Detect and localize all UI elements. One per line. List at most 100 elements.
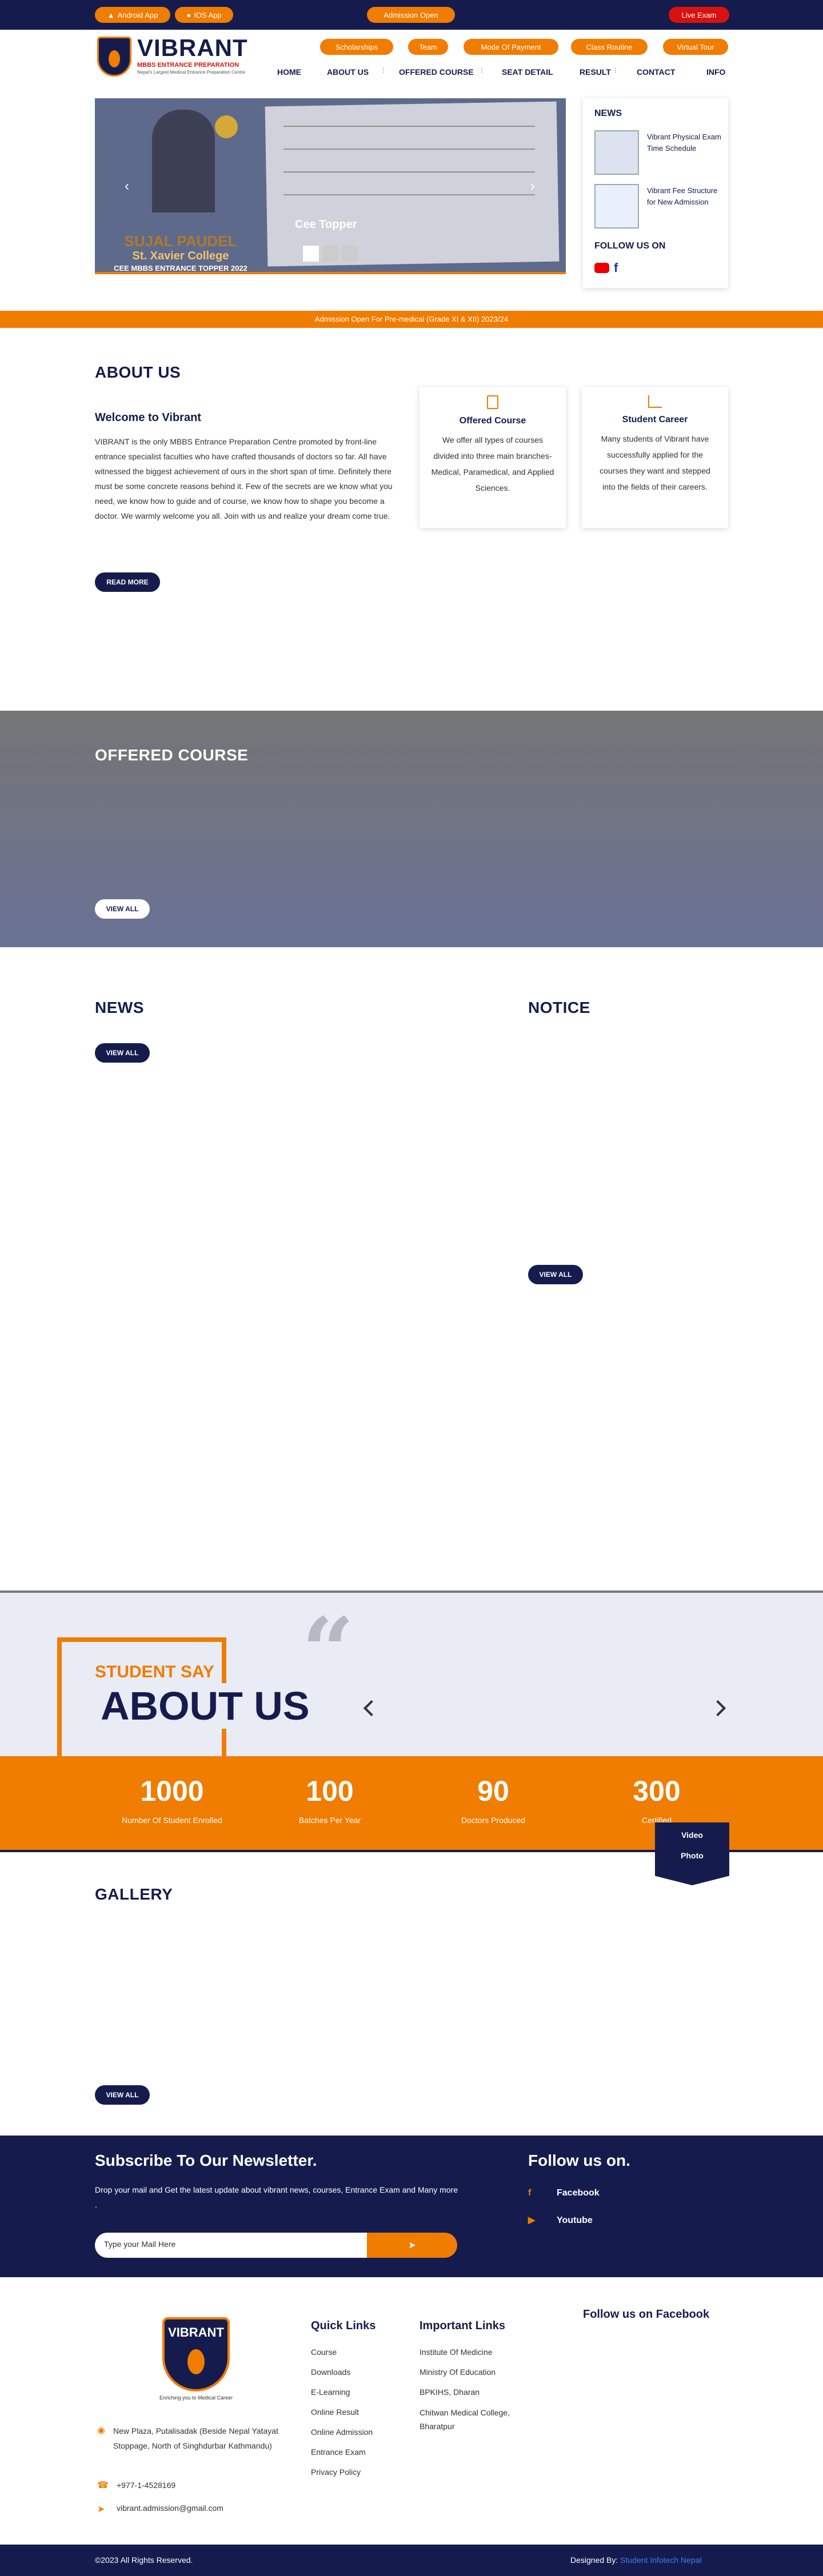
quick-link-downloads[interactable]: Downloads — [311, 2362, 402, 2382]
scholarships-button[interactable]: Scholarships — [320, 39, 393, 55]
medal-icon — [215, 115, 238, 138]
footer-email[interactable]: vibrant.admission@gmail.com — [117, 2503, 223, 2513]
mode-of-payment-button[interactable]: Mode Of Payment — [464, 39, 558, 55]
media-tabs: Video Photo — [655, 1822, 729, 1885]
quick-link-course[interactable]: Course — [311, 2342, 402, 2362]
nav-home[interactable]: HOME — [277, 67, 301, 77]
footer-logo: VIBRANT Enriching you to Medical Career — [159, 2314, 233, 2401]
important-links-list: Institute Of Medicine Ministry Of Educat… — [420, 2342, 540, 2433]
quick-link-elearning[interactable]: E-Learning — [311, 2382, 402, 2402]
stat-2: 100 Batches Per Year — [253, 1774, 407, 1825]
about-title: ABOUT US — [95, 363, 181, 381]
nav-info[interactable]: INFO — [706, 67, 725, 77]
about-text: VIBRANT is the only MBBS Entrance Prepar… — [95, 437, 393, 520]
nav-about-us[interactable]: ABOUT US — [327, 67, 369, 77]
student-say-label: STUDENT SAY — [95, 1662, 220, 1682]
student-photo — [152, 110, 215, 213]
facebook-follow-link[interactable]: f Facebook — [528, 2188, 600, 2198]
news-sidebar: NEWS Vibrant Physical Exam Time Schedule… — [583, 98, 728, 288]
video-tab[interactable]: Video — [655, 1822, 729, 1840]
important-links-title: Important Links — [420, 2319, 506, 2332]
offered-course-card[interactable]: Offered Course We offer all types of cou… — [420, 387, 566, 528]
quick-links-title: Quick Links — [311, 2319, 376, 2332]
apple-icon: ● — [186, 10, 191, 19]
live-exam-button[interactable]: Live Exam — [669, 7, 729, 23]
footer-phone[interactable]: +977-1-4528169 — [117, 2481, 175, 2490]
youtube-follow-link[interactable]: ▶ Youtube — [528, 2214, 593, 2226]
facebook-icon: f — [528, 2188, 532, 2198]
notice-view-all-button[interactable]: VIEW ALL — [528, 1265, 583, 1284]
footer-logo-tag: Enriching you to Medical Career — [159, 2395, 233, 2401]
footer-logo-name: VIBRANT — [168, 2325, 224, 2339]
important-link-bpkihs[interactable]: BPKIHS, Dharan — [420, 2382, 540, 2402]
news-view-all-button[interactable]: VIEW ALL — [95, 1043, 150, 1063]
logo[interactable]: VIBRANT MBBS ENTRANCE PREPARATION Nepal'… — [95, 34, 266, 80]
android-icon: ▲ — [107, 10, 115, 19]
quick-link-privacy-policy[interactable]: Privacy Policy — [311, 2462, 402, 2482]
ios-app-button[interactable]: ● IOS App — [175, 7, 233, 23]
important-link-moe[interactable]: Ministry Of Education — [420, 2362, 540, 2382]
follow-on-facebook-title: Follow us on Facebook — [583, 2308, 710, 2321]
quick-link-online-admission[interactable]: Online Admission — [311, 2422, 402, 2442]
slide-paper-text — [283, 121, 535, 127]
nav-seat-detail[interactable]: SEAT DETAIL — [502, 67, 553, 77]
slider-next-icon[interactable]: › — [530, 178, 535, 194]
stat-3: 90 Doctors Produced — [416, 1774, 570, 1825]
location-icon: ◉ — [97, 2426, 105, 2435]
nav-about-chevron-icon: ⋮ — [381, 67, 386, 74]
quick-link-online-result[interactable]: Online Result — [311, 2402, 402, 2422]
nav-result-chevron-icon: ⋮ — [613, 67, 618, 74]
important-link-cmc[interactable]: Chitwan Medical College, Bharatpur — [420, 2402, 540, 2433]
slide-caption: Cee Topper — [295, 218, 357, 231]
newsletter-submit-button[interactable]: ➤ — [367, 2233, 457, 2258]
youtube-icon[interactable] — [594, 263, 609, 273]
logo-flame-icon — [109, 50, 120, 67]
facebook-icon[interactable]: f — [614, 261, 618, 275]
main-nav: HOME ABOUT US ⋮ OFFERED COURSE ⋮ SEAT DE… — [274, 67, 732, 81]
slider-dot-1[interactable] — [303, 246, 319, 262]
gallery-view-all-button[interactable]: VIEW ALL — [95, 2085, 150, 2105]
hero-slider: SUJAL PAUDEL St. Xavier College CEE MBBS… — [95, 98, 566, 274]
newsletter-input[interactable]: Type your Mail Here — [95, 2233, 367, 2258]
stat-label: Batches Per Year — [298, 1816, 361, 1825]
admission-open-button[interactable]: Admission Open — [367, 7, 455, 23]
newsletter-title: Subscribe To Our Newsletter. — [95, 2152, 317, 2169]
youtube-icon: ▶ — [528, 2216, 536, 2225]
important-link-iom[interactable]: Institute Of Medicine — [420, 2342, 540, 2362]
logo-tag: Nepal's Largest Medical Entrance Prepara… — [137, 70, 246, 75]
stat-label: Number Of Student Enrolled — [122, 1816, 222, 1825]
nav-contact[interactable]: CONTACT — [637, 67, 675, 77]
offered-view-all-button[interactable]: VIEW ALL — [95, 899, 150, 919]
stat-value: 300 — [633, 1775, 681, 1807]
news-thumb-2[interactable] — [594, 184, 639, 229]
quick-links-list: Course Downloads E-Learning Online Resul… — [311, 2342, 402, 2482]
news-sidebar-item-2[interactable]: Vibrant Fee Structure for New Admission — [647, 185, 721, 208]
stat-value: 1000 — [140, 1775, 204, 1807]
android-app-button[interactable]: ▲ Android App — [95, 7, 170, 23]
read-more-button[interactable]: READ MORE — [95, 572, 160, 592]
nav-result[interactable]: RESULT — [580, 67, 611, 77]
ticker-text[interactable]: Admission Open For Pre-medical (Grade XI… — [0, 315, 823, 323]
news-thumb-1[interactable] — [594, 130, 639, 175]
stat-1: 1000 Number Of Student Enrolled — [95, 1774, 249, 1825]
offered-course-title: OFFERED COURSE — [95, 746, 249, 764]
student-career-card-title: Student Career — [622, 415, 688, 424]
designer-link[interactable]: Student Infotech Nepal — [620, 2555, 701, 2565]
virtual-tour-button[interactable]: Virtual Tour — [663, 39, 728, 55]
student-career-card[interactable]: Student Career Many students of Vibrant … — [582, 387, 728, 528]
stat-label: Doctors Produced — [461, 1816, 526, 1825]
team-button[interactable]: Team — [408, 39, 448, 55]
offered-course-card-text: We offer all types of courses divided in… — [431, 435, 554, 492]
slide-student-college: St. Xavier College — [132, 250, 229, 262]
slider-prev-icon[interactable]: ‹ — [125, 178, 129, 194]
gallery-title: GALLERY — [95, 1885, 173, 1903]
news-sidebar-item-1[interactable]: Vibrant Physical Exam Time Schedule — [647, 131, 721, 154]
class-routine-button[interactable]: Class Routine — [571, 39, 648, 55]
nav-offered-course[interactable]: OFFERED COURSE — [399, 67, 474, 77]
slider-dot-3[interactable] — [342, 246, 358, 262]
photo-tab[interactable]: Photo — [655, 1840, 729, 1860]
slider-dot-2[interactable] — [322, 246, 338, 262]
slide-student-rank: CEE MBBS ENTRANCE TOPPER 2022 — [114, 264, 247, 273]
stat-value: 90 — [477, 1775, 509, 1807]
quick-link-entrance-exam[interactable]: Entrance Exam — [311, 2442, 402, 2462]
